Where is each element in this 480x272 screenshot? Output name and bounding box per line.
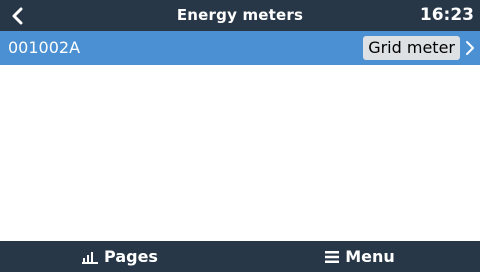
title-bar: Energy meters 16:23 bbox=[0, 0, 480, 31]
screen: Energy meters 16:23 001002A Grid meter P… bbox=[0, 0, 480, 272]
page-title: Energy meters bbox=[176, 6, 304, 24]
meter-id-label: 001002A bbox=[8, 38, 81, 57]
chevron-right-icon bbox=[466, 41, 474, 55]
menu-button[interactable]: Menu bbox=[240, 241, 480, 272]
bottom-bar: Pages Menu bbox=[0, 241, 480, 272]
energy-meter-list: 001002A Grid meter bbox=[0, 31, 480, 65]
meter-role-value: Grid meter bbox=[363, 36, 460, 60]
pages-label: Pages bbox=[104, 247, 158, 266]
menu-label: Menu bbox=[345, 247, 395, 266]
list-item[interactable]: 001002A Grid meter bbox=[0, 31, 480, 65]
clock: 16:23 bbox=[419, 5, 474, 25]
hamburger-menu-icon bbox=[325, 250, 340, 263]
bar-chart-icon bbox=[82, 251, 99, 264]
pages-button[interactable]: Pages bbox=[0, 241, 240, 272]
